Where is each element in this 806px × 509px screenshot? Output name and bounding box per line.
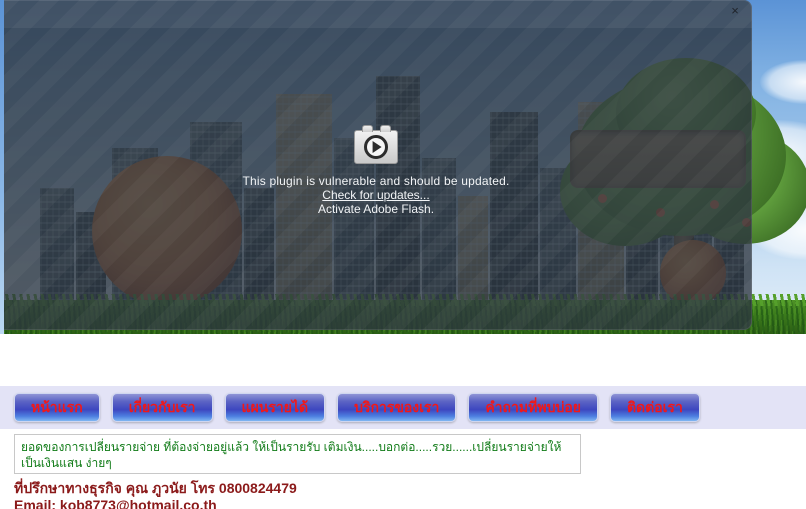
plugin-message-block: This plugin is vulnerable and should be … bbox=[0, 125, 752, 216]
flash-plugin-icon[interactable] bbox=[354, 125, 398, 164]
nav-income-plan[interactable]: แผนรายได้ bbox=[224, 393, 326, 422]
contact-line: ที่ปรึกษาทางธุรกิจ คุณ ภูวนัย โทร 080082… bbox=[14, 480, 297, 496]
nav-services[interactable]: บริการของเรา bbox=[337, 393, 457, 422]
flash-plugin-overlay: × This plugin is vulnerable and should b… bbox=[0, 0, 752, 330]
nav-home[interactable]: หน้าแรก bbox=[14, 393, 100, 422]
plugin-overlay-header bbox=[0, 0, 752, 28]
main-navigation-bar: หน้าแรก เกี่ยวกับเรา แผนรายได้ บริการของ… bbox=[0, 386, 806, 429]
email-line: Email: kob8773@hotmail.co.th bbox=[14, 497, 217, 509]
nav-contact[interactable]: ติดต่อเรา bbox=[609, 393, 700, 422]
activate-flash-text[interactable]: Activate Adobe Flash. bbox=[0, 202, 752, 216]
promo-message-box: ยอดของการเปลี่ยนรายจ่าย ที่ต้องจ่ายอยู่แ… bbox=[14, 434, 581, 474]
white-gap bbox=[0, 334, 806, 386]
page-root: × This plugin is vulnerable and should b… bbox=[0, 0, 806, 509]
plugin-warning-text: This plugin is vulnerable and should be … bbox=[242, 174, 510, 188]
nav-faq[interactable]: คำถามที่พบบ่อย bbox=[468, 393, 598, 422]
close-icon[interactable]: × bbox=[726, 2, 744, 20]
nav-about[interactable]: เกี่ยวกับเรา bbox=[111, 393, 213, 422]
promo-message-text: ยอดของการเปลี่ยนรายจ่าย ที่ต้องจ่ายอยู่แ… bbox=[21, 440, 562, 470]
left-edge-strip bbox=[0, 0, 4, 334]
check-for-updates-link[interactable]: Check for updates... bbox=[0, 188, 752, 202]
content-area: ยอดของการเปลี่ยนรายจ่าย ที่ต้องจ่ายอยู่แ… bbox=[0, 429, 806, 509]
